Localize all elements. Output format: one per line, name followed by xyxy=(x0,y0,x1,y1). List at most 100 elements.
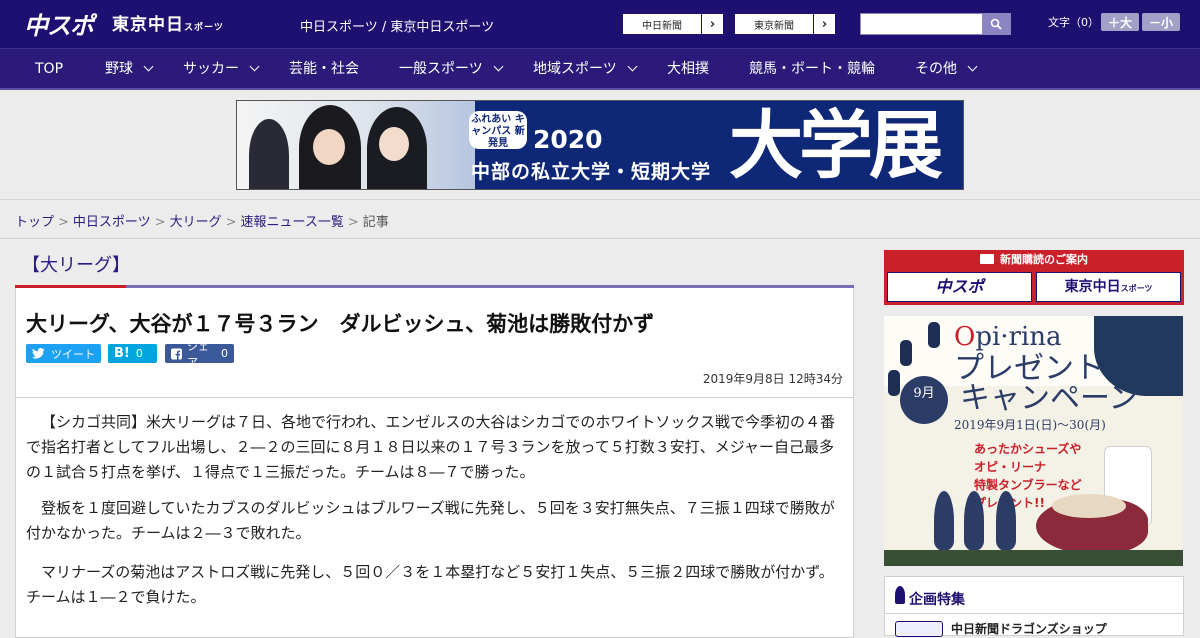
chevron-right-icon: › xyxy=(813,14,835,34)
ad-brand-prefix: O xyxy=(954,322,976,352)
chunichi-shimbun-label: 中日新聞 xyxy=(642,20,682,32)
breadcrumb: トップ > 中日スポーツ > 大リーグ > 速報ニュース一覧 > 記事 xyxy=(15,211,389,230)
opirina-campaign-ad[interactable]: Opi·rina プレゼント キャンペーン 9月 2019年9月1日(日)〜30… xyxy=(884,316,1183,566)
nav-item-label: サッカー xyxy=(183,61,239,77)
tweet-button[interactable]: ツイート xyxy=(26,344,101,363)
chevron-down-icon xyxy=(249,61,260,72)
feature-divider xyxy=(885,613,1183,614)
hatena-bookmark-button[interactable]: B! 0 xyxy=(108,344,157,363)
shoe-lining xyxy=(1052,494,1126,518)
facebook-share-label: シェア xyxy=(186,339,209,369)
nav-item-label: その他 xyxy=(915,61,957,77)
breadcrumb-separator: > xyxy=(347,215,359,230)
search-icon xyxy=(990,18,1002,30)
subscription-banner[interactable]: 新聞購読のご案内 中スポ 東京中日スポーツ xyxy=(884,250,1184,305)
subscribe-chuspo: 中スポ xyxy=(887,272,1032,302)
breadcrumb-news-list[interactable]: 速報ニュース一覧 xyxy=(241,215,344,230)
tweet-label: ツイート xyxy=(51,347,95,361)
search-input[interactable] xyxy=(861,14,983,34)
subscription-heading-text: 新聞購読のご案内 xyxy=(1000,253,1088,266)
banner-subtitle: 中部の私立大学・短期大学 xyxy=(471,161,712,183)
tokyo-logo-sub: スポーツ xyxy=(184,23,224,33)
feature-thumbnail[interactable] xyxy=(895,621,943,637)
breadcrumb-top[interactable]: トップ xyxy=(15,215,54,230)
breadcrumb-separator: > xyxy=(225,215,237,230)
breadcrumb-bar: トップ > 中日スポーツ > 大リーグ > 速報ニュース一覧 > 記事 xyxy=(0,199,1200,239)
nav-item-baseball[interactable]: 野球 xyxy=(105,49,154,89)
article-header: 大リーグ、大谷が１７号３ラン ダルビッシュ、菊池は勝敗付かず ツイート B! 0… xyxy=(15,288,854,398)
rabbit-icon xyxy=(934,491,954,551)
site-title[interactable]: 中日スポーツ / 東京中日スポーツ xyxy=(300,16,494,35)
lantern-icon xyxy=(900,340,912,366)
ad-month: 9月 xyxy=(900,376,948,424)
breadcrumb-mlb[interactable]: 大リーグ xyxy=(170,215,222,230)
font-larger-button[interactable]: ＋大 xyxy=(1101,13,1139,31)
banner-badge: ふれあい キャンパス 新発見 xyxy=(469,111,527,149)
nav-item-label: 地域スポーツ xyxy=(533,61,617,77)
nav-item-racing[interactable]: 競馬・ボート・競輪 xyxy=(749,49,875,89)
rabbit-icon xyxy=(964,491,984,551)
ad-heading-line2: キャンペーン xyxy=(960,381,1139,416)
article-paragraph: 登板を１度回避していたカブスのダルビッシュはブルワーズ戦に先発し、５回を３安打無… xyxy=(26,499,835,542)
nav-item-label: TOP xyxy=(35,61,64,77)
university-fair-banner[interactable]: ふれあい キャンパス 新発見 2020 中部の私立大学・短期大学 大学展 xyxy=(236,100,964,190)
search-button[interactable] xyxy=(982,14,1010,34)
feature-title: 企画特集 xyxy=(909,592,965,608)
tokyo-shimbun-link[interactable]: 東京新聞 › xyxy=(734,13,836,35)
nav-item-label: 競馬・ボート・競輪 xyxy=(749,61,875,77)
chuspo-logo[interactable]: 中スポ xyxy=(24,6,94,41)
chunichi-shimbun-link[interactable]: 中日新聞 › xyxy=(622,13,724,35)
lantern-icon xyxy=(928,322,940,348)
subscribe-tokyo-chunichi: 東京中日スポーツ xyxy=(1036,272,1181,302)
tokyo-shimbun-label: 東京新聞 xyxy=(754,20,794,32)
feature-item-link[interactable]: 中日新聞ドラゴンズショップ xyxy=(951,620,1107,637)
nav-item-label: 芸能・社会 xyxy=(289,61,359,77)
article-paragraph: マリナーズの菊池はアストロズ戦に先発し、５回０／３を１本塁打など５安打１失点、５… xyxy=(26,563,834,606)
nav-item-label: 野球 xyxy=(105,61,133,77)
article-body: 【シカゴ共同】米大リーグは７日、各地で行われ、エンゼルスの大谷はシカゴでのホワイ… xyxy=(15,398,854,638)
nav-item-local-sports[interactable]: 地域スポーツ xyxy=(533,49,638,89)
breadcrumb-current: 記事 xyxy=(362,215,389,230)
ad-brand: Opi·rina xyxy=(954,322,1062,352)
subscribe-tokyo-text: 東京中日 xyxy=(1064,279,1121,295)
tokyo-chunichi-logo[interactable]: 東京中日スポーツ xyxy=(112,10,224,35)
student-face xyxy=(313,129,345,165)
banner-photo xyxy=(237,101,475,189)
banner-main-text: 大学展 xyxy=(729,103,943,189)
ribbon-icon xyxy=(895,586,905,604)
chevron-down-icon xyxy=(967,61,978,72)
nav-item-sumo[interactable]: 大相撲 xyxy=(667,49,709,89)
chevron-down-icon xyxy=(627,61,638,72)
nav-item-entertainment[interactable]: 芸能・社会 xyxy=(289,49,359,89)
breadcrumb-chunichi-sports[interactable]: 中日スポーツ xyxy=(73,215,151,230)
hatena-count: 0 xyxy=(135,347,143,360)
rabbit-icon xyxy=(996,491,1016,551)
chevron-down-icon xyxy=(493,61,504,72)
font-smaller-button[interactable]: －小 xyxy=(1142,13,1180,31)
ad-brand-name: pi·rina xyxy=(975,322,1062,352)
breadcrumb-separator: > xyxy=(154,215,166,230)
facebook-icon xyxy=(171,348,182,359)
breadcrumb-separator: > xyxy=(58,215,69,230)
nav-item-other[interactable]: その他 xyxy=(915,49,978,89)
search-box xyxy=(860,13,1011,35)
article-paragraph: 【シカゴ共同】米大リーグは７日、各地で行われ、エンゼルスの大谷はシカゴでのホワイ… xyxy=(26,413,835,481)
subscription-heading: 新聞購読のご案内 xyxy=(884,250,1184,269)
nav-item-general-sports[interactable]: 一般スポーツ xyxy=(399,49,504,89)
tokyo-logo-text: 東京中日 xyxy=(112,15,184,35)
ad-period: 2019年9月1日(日)〜30(月) xyxy=(954,418,1106,432)
banner-year: 2020 xyxy=(533,125,603,154)
section-label: 【大リーグ】 xyxy=(22,255,130,276)
newspaper-icon xyxy=(980,254,994,264)
ad-grass xyxy=(884,550,1183,566)
twitter-icon xyxy=(32,348,45,359)
nav-item-soccer[interactable]: サッカー xyxy=(183,49,260,89)
subscribe-tokyo-sub: スポーツ xyxy=(1120,284,1153,293)
chevron-down-icon xyxy=(143,61,154,72)
nav-item-top[interactable]: TOP xyxy=(35,49,63,89)
feature-panel: 企画特集 中日新聞ドラゴンズショップ xyxy=(884,576,1184,637)
site-header: 中スポ 東京中日スポーツ 中日スポーツ / 東京中日スポーツ 中日新聞 › 東京新… xyxy=(0,0,1200,48)
chevron-right-icon: › xyxy=(701,14,723,34)
facebook-share-button[interactable]: シェア 0 xyxy=(165,340,234,369)
facebook-count: 0 xyxy=(221,347,228,360)
